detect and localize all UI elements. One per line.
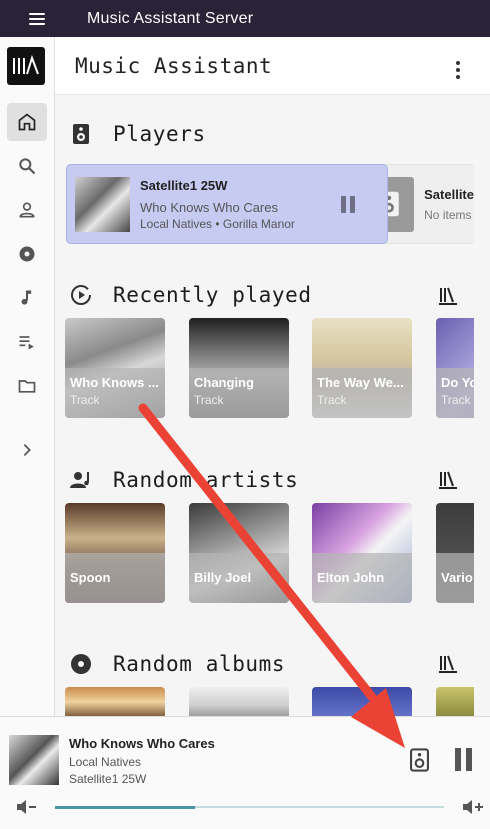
chevron-right-icon <box>23 444 31 456</box>
nav-tracks[interactable] <box>7 279 47 317</box>
tile-title: The Way We... <box>317 375 404 390</box>
artist-tile-2[interactable]: Billy Joel <box>189 503 289 603</box>
artist-icon <box>69 468 93 492</box>
now-playing-artist[interactable]: Local Natives <box>69 755 141 769</box>
nav-artists[interactable] <box>7 191 47 229</box>
volume-down-icon[interactable] <box>16 799 38 820</box>
player-track: Who Knows Who Cares <box>140 199 278 215</box>
history-icon <box>69 283 93 307</box>
players-label: Players <box>113 122 206 146</box>
album-tile-2[interactable] <box>189 687 289 717</box>
volume-up-icon[interactable] <box>462 799 484 820</box>
album-tile-3[interactable] <box>312 687 412 717</box>
person-icon <box>19 202 35 218</box>
artists-section-title: Random artists <box>69 468 298 492</box>
player-name: Satellite1 25W <box>140 177 228 193</box>
main-header: Music Assistant <box>55 37 490 95</box>
recent-tile-2[interactable]: Changing Track <box>189 318 289 418</box>
tile-title: Changing <box>194 375 254 390</box>
player-status: No items <box>424 207 472 222</box>
home-icon <box>18 113 36 131</box>
now-playing-bar: Who Knows Who Cares Local Natives Satell… <box>0 716 490 829</box>
album-icon <box>19 246 35 262</box>
nav-albums[interactable] <box>7 235 47 273</box>
scroll-clip <box>474 150 490 716</box>
tile-type: Track <box>70 393 100 407</box>
playlist-icon <box>19 336 34 350</box>
player-artist-album: Local Natives • Gorilla Manor <box>140 216 295 231</box>
tile-title: Who Knows ... <box>70 375 159 390</box>
music-note-icon <box>21 290 32 305</box>
nav-expand[interactable] <box>7 431 47 469</box>
tile-type: Track <box>194 393 224 407</box>
player-card-satellite1-25w[interactable]: Satellite1 25W Who Knows Who Cares Local… <box>66 164 388 244</box>
now-playing-player[interactable]: Satellite1 25W <box>69 772 146 786</box>
tile-title: Billy Joel <box>194 570 252 585</box>
tile-title: Spoon <box>70 570 111 585</box>
recent-section-title: Recently played <box>69 283 312 307</box>
pause-icon[interactable] <box>341 196 355 213</box>
volume-slider[interactable] <box>55 805 444 809</box>
now-playing-title[interactable]: Who Knows Who Cares <box>69 736 215 751</box>
albums-label: Random albums <box>113 652 286 676</box>
artists-label: Random artists <box>113 468 299 492</box>
album-icon <box>69 652 93 676</box>
menu-icon[interactable] <box>29 12 51 25</box>
players-section-title: Players <box>69 122 206 146</box>
recent-tile-1[interactable]: Who Knows ... Track <box>65 318 165 418</box>
nav-home[interactable] <box>7 103 47 141</box>
library-icon[interactable] <box>438 654 458 674</box>
tile-type: Track <box>317 393 347 407</box>
logo-icon <box>7 47 45 85</box>
artist-tile-1[interactable]: Spoon <box>65 503 165 603</box>
app-bar: Music Assistant Server <box>0 0 490 37</box>
player-name: Satellite <box>424 186 474 202</box>
nav-playlists[interactable] <box>7 323 47 361</box>
artist-tile-3[interactable]: Elton John <box>312 503 412 603</box>
page-title: Music Assistant <box>75 53 273 78</box>
recent-label: Recently played <box>113 283 312 307</box>
albums-section-title: Random albums <box>69 652 285 676</box>
library-icon[interactable] <box>438 470 458 490</box>
pause-icon[interactable] <box>455 748 472 771</box>
nav-search[interactable] <box>7 147 47 185</box>
album-art <box>75 176 130 232</box>
library-icon[interactable] <box>438 286 458 306</box>
album-tile-1[interactable] <box>65 687 165 717</box>
tile-title: Elton John <box>317 570 385 585</box>
app-title: Music Assistant Server <box>87 9 254 27</box>
search-icon <box>19 158 36 175</box>
volume-slider-fill <box>55 805 196 809</box>
speaker-icon <box>69 122 93 146</box>
nav-browse[interactable] <box>7 367 47 405</box>
recent-tile-3[interactable]: The Way We... Track <box>312 318 412 418</box>
more-vert-icon[interactable] <box>456 61 460 79</box>
speaker-icon[interactable] <box>410 748 429 772</box>
now-playing-art[interactable] <box>9 735 59 785</box>
nav-rail <box>0 37 55 717</box>
folder-icon <box>18 380 36 393</box>
